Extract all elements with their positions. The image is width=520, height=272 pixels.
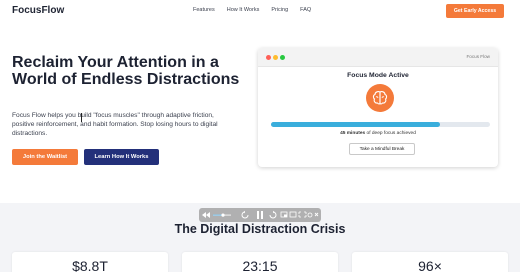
nav-link-features[interactable]: Features	[193, 7, 215, 13]
text-cursor-icon	[81, 113, 84, 122]
stat-value: 96×	[418, 258, 442, 272]
mindful-break-button[interactable]: Take a Mindful Break	[349, 143, 415, 155]
stat-value: 23:15	[242, 258, 278, 272]
rewind-icon[interactable]	[202, 212, 210, 218]
nav-link-pricing[interactable]: Pricing	[271, 7, 288, 13]
captions-icon[interactable]	[289, 211, 297, 218]
nav-link-faq[interactable]: FAQ	[300, 7, 311, 13]
media-controls-overlay	[199, 208, 321, 222]
rewind-10-icon[interactable]	[241, 210, 249, 219]
window-maximize-dot-icon	[280, 55, 285, 60]
fullscreen-icon[interactable]	[298, 211, 307, 218]
stat-value: $8.8T	[72, 258, 108, 272]
minutes-value: 45 minutes	[340, 131, 366, 136]
minutes-achieved-label: 45 minutes of deep focus achieved	[258, 131, 498, 136]
hero-title: Reclaim Your Attention in a World of End…	[12, 54, 240, 88]
top-nav: FocusFlow Features How It Works Pricing …	[0, 0, 520, 22]
window-close-dot-icon	[266, 55, 271, 60]
focus-progress-fill	[271, 122, 440, 127]
nav-links: Features How It Works Pricing FAQ	[193, 7, 323, 13]
join-waitlist-button[interactable]: Join the Waitlist	[12, 149, 78, 165]
window-minimize-dot-icon	[273, 55, 278, 60]
minutes-suffix: of deep focus achieved	[365, 131, 416, 136]
volume-icon[interactable]	[213, 213, 231, 217]
crisis-title: The Digital Distraction Crisis	[174, 222, 346, 236]
focus-mode-heading: Focus Mode Active	[347, 72, 409, 79]
stat-card: 23:15	[182, 252, 338, 272]
get-early-access-button[interactable]: Get Early Access	[446, 4, 504, 18]
close-icon[interactable]	[314, 212, 319, 217]
brain-icon	[366, 84, 394, 112]
stat-card: $8.8T	[12, 252, 168, 272]
hero-description: Focus Flow helps you build "focus muscle…	[12, 112, 218, 137]
pip-icon[interactable]	[280, 211, 288, 218]
settings-icon[interactable]	[307, 212, 313, 218]
app-preview-card: Focus Flow Focus Mode Active 45 minutes …	[258, 48, 498, 167]
focus-progress-bar	[271, 122, 490, 127]
window-title: Focus Flow	[466, 54, 491, 59]
window-titlebar: Focus Flow	[258, 48, 498, 67]
stat-card: 96×	[352, 252, 508, 272]
logo[interactable]: FocusFlow	[12, 5, 64, 16]
nav-link-how-it-works[interactable]: How It Works	[227, 7, 260, 13]
forward-10-icon[interactable]	[269, 210, 277, 219]
pause-icon[interactable]	[257, 211, 263, 219]
learn-how-it-works-button[interactable]: Learn How It Works	[84, 149, 159, 165]
